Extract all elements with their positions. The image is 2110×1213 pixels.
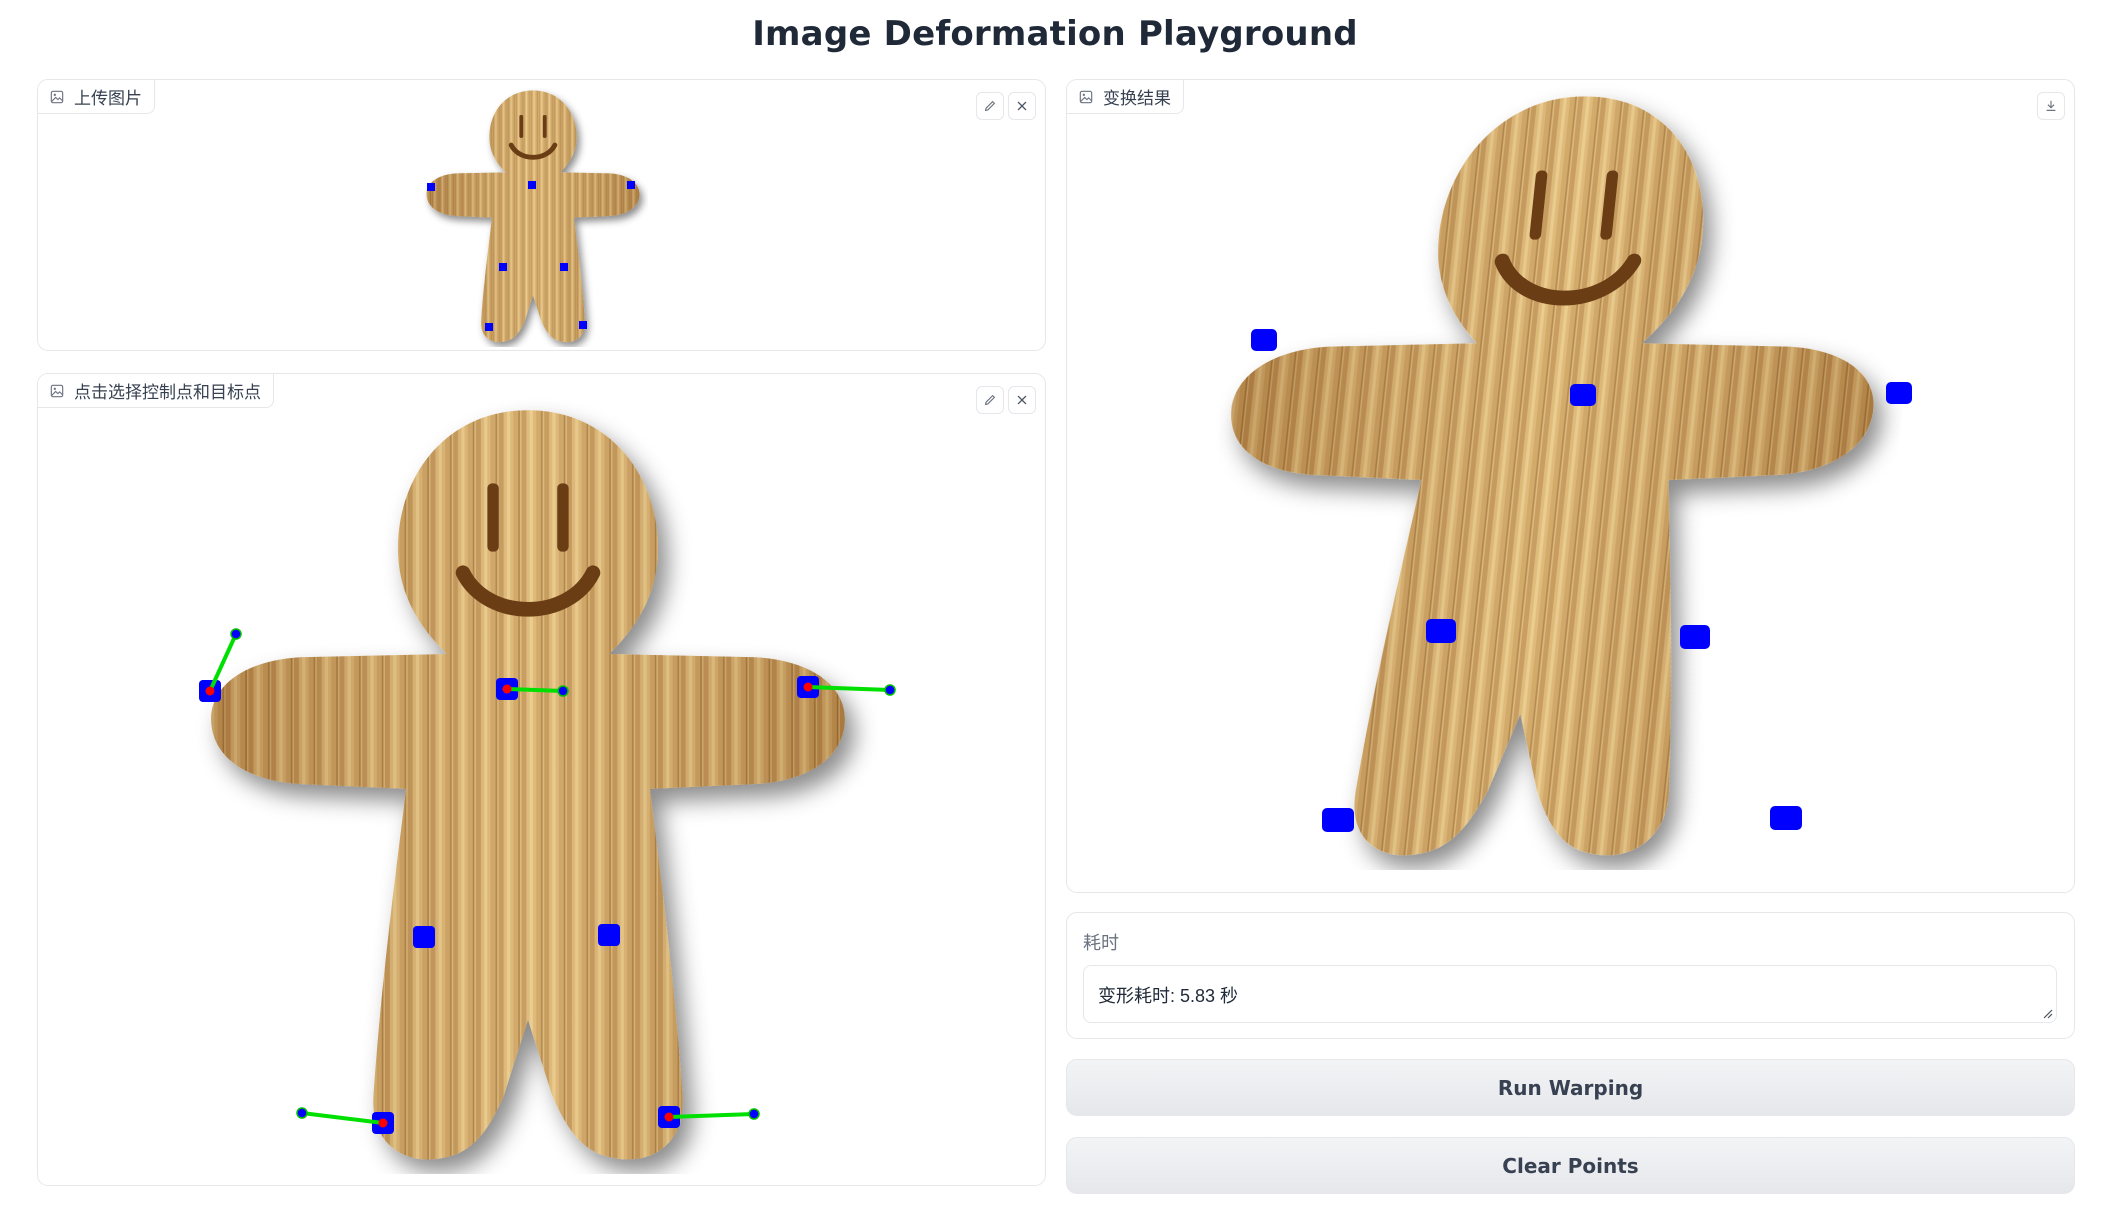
pencil-icon	[984, 394, 996, 406]
result-panel: 变换结果	[1066, 79, 2075, 893]
image-icon	[50, 90, 64, 103]
edit-button[interactable]	[976, 386, 1004, 414]
warped-result-image	[1067, 80, 2075, 893]
clear-image-button[interactable]	[1008, 386, 1036, 414]
time-panel: 耗时 变形耗时: 5.83 秒	[1066, 912, 2075, 1039]
image-icon	[50, 384, 64, 397]
edit-button[interactable]	[976, 92, 1004, 120]
download-button[interactable]	[2037, 92, 2065, 120]
select-points-panel[interactable]: 点击选择控制点和目标点	[37, 373, 1046, 1186]
upload-image-panel[interactable]: 上传图片	[37, 79, 1046, 351]
page-title: Image Deformation Playground	[752, 14, 1358, 54]
run-warping-button[interactable]: Run Warping	[1066, 1059, 2075, 1116]
result-label: 变换结果	[1067, 80, 1184, 114]
image-icon	[1079, 90, 1093, 103]
clear-points-button[interactable]: Clear Points	[1066, 1137, 2075, 1194]
upload-image-label: 上传图片	[38, 80, 155, 114]
time-label: 耗时	[1083, 933, 1119, 953]
resize-icon[interactable]	[2041, 1007, 2053, 1019]
uploaded-image	[38, 80, 1046, 351]
point-selection-canvas[interactable]	[38, 374, 1046, 1186]
select-points-label: 点击选择控制点和目标点	[38, 374, 274, 408]
close-icon	[1017, 101, 1027, 111]
download-icon	[2046, 100, 2056, 111]
time-value: 变形耗时: 5.83 秒	[1098, 986, 1239, 1006]
pencil-icon	[984, 100, 996, 112]
close-icon	[1017, 395, 1027, 405]
clear-image-button[interactable]	[1008, 92, 1036, 120]
time-output[interactable]: 变形耗时: 5.83 秒	[1083, 965, 2057, 1023]
